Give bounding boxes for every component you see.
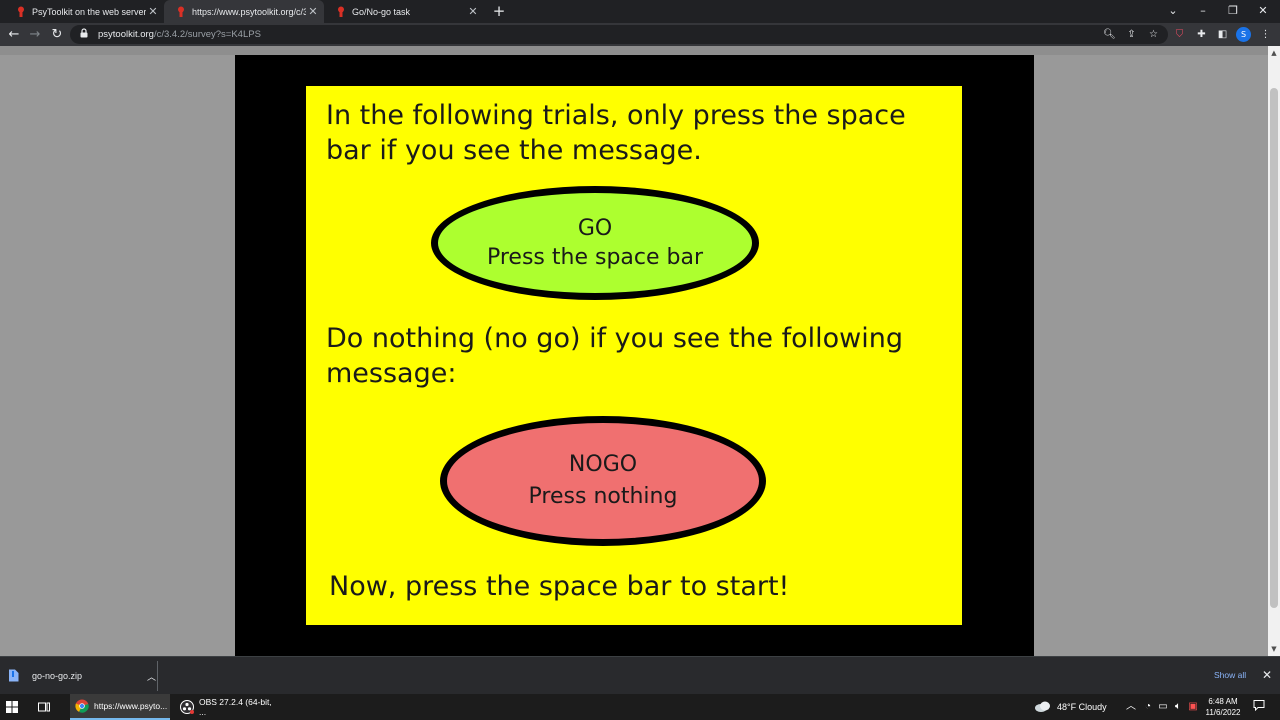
scroll-thumb[interactable] — [1270, 88, 1278, 608]
tab-go-nogo-task[interactable]: Go/No-go task ✕ — [324, 0, 484, 23]
obs-icon — [180, 699, 195, 715]
bookmark-star-icon[interactable]: ☆ — [1145, 26, 1162, 43]
restore-icon[interactable]: ❐ — [1218, 0, 1248, 23]
clock-date: 11/6/2022 — [1205, 708, 1241, 717]
close-icon[interactable]: ✕ — [466, 5, 480, 18]
zip-file-icon — [8, 669, 22, 684]
back-arrow-icon[interactable]: ← — [4, 25, 24, 45]
browser-toolbar: ← → ↻ psytoolkit.org/c/3.4.2/survey?s=K4… — [0, 23, 1280, 46]
close-icon[interactable]: ✕ — [1259, 667, 1275, 683]
page-top-strip — [0, 46, 1268, 55]
nogo-sublabel: Press nothing — [528, 484, 678, 509]
show-all-downloads-button[interactable]: Show all — [1207, 667, 1253, 683]
start-windows-icon[interactable] — [6, 694, 28, 720]
minimize-icon[interactable]: – — [1188, 0, 1218, 23]
psytoolkit-favicon-icon — [176, 6, 186, 17]
action-center-icon[interactable] — [1252, 699, 1266, 715]
scroll-down-arrow-icon[interactable]: ▼ — [1268, 642, 1280, 656]
tray-overflow-chevron-icon[interactable]: ︿ — [1124, 699, 1138, 715]
tab-strip: PsyToolkit on the web server ✕ https://w… — [0, 0, 1280, 23]
nogo-instruction-text: Do nothing (no go) if you see the follow… — [326, 323, 904, 389]
task-view-icon[interactable] — [38, 694, 60, 720]
weather-widget[interactable]: 48°F Cloudy — [1034, 694, 1107, 720]
clock-time: 6:48 AM — [1208, 697, 1238, 706]
tab-title: PsyToolkit on the web server — [32, 6, 146, 17]
taskbar-app-obs[interactable]: OBS 27.2.4 (64-bit, ... — [176, 694, 276, 720]
shelf-divider — [157, 661, 158, 691]
volume-icon[interactable]: 🔈︎ — [1171, 699, 1185, 715]
menu-dots-icon[interactable]: ⋮ — [1257, 26, 1274, 43]
download-shelf: go-no-go.zip ︿ Show all ✕ — [0, 656, 1280, 694]
tab-psytoolkit-survey[interactable]: https://www.psytoolkit.org/c/3.4. ✕ — [164, 0, 324, 23]
url-host: psytoolkit.org — [98, 29, 154, 40]
instruction-card: In the following trials, only press the … — [306, 86, 962, 625]
close-icon[interactable]: ✕ — [306, 5, 320, 18]
profile-avatar[interactable]: S — [1236, 27, 1251, 42]
page-viewport: In the following trials, only press the … — [0, 46, 1268, 656]
chevron-up-icon[interactable]: ︿ — [147, 670, 156, 683]
go-label: GO — [577, 216, 613, 241]
cloud-icon — [1034, 701, 1052, 714]
close-icon[interactable]: ✕ — [146, 5, 160, 18]
lock-icon — [80, 28, 92, 41]
nogo-stimulus-oval: NOGO Press nothing — [440, 416, 766, 546]
extensions-puzzle-icon[interactable]: ✚ — [1193, 26, 1210, 43]
url-path: /c/3.4.2/survey?s=K4LPS — [153, 29, 261, 40]
share-icon[interactable]: ⇪ — [1123, 26, 1140, 43]
battery-icon[interactable]: ▭ — [1156, 699, 1170, 715]
experiment-canvas[interactable]: In the following trials, only press the … — [235, 55, 1034, 656]
tab-psytoolkit-server[interactable]: PsyToolkit on the web server ✕ — [4, 0, 164, 23]
taskbar-app-label: https://www.psyto... — [94, 701, 168, 711]
scroll-up-arrow-icon[interactable]: ▲ — [1268, 46, 1280, 60]
download-item[interactable]: go-no-go.zip ︿ — [8, 664, 156, 688]
network-icon[interactable]: ◔ — [1141, 699, 1155, 715]
go-sublabel: Press the space bar — [486, 245, 703, 270]
side-panel-icon[interactable]: ◧ — [1214, 26, 1231, 43]
download-filename: go-no-go.zip — [32, 671, 83, 681]
extension-shield-icon[interactable]: ⛉ — [1171, 26, 1188, 43]
weather-text: 48°F Cloudy — [1057, 702, 1107, 712]
start-prompt-text: Now, press the space bar to start! — [329, 571, 790, 602]
tab-title: Go/No-go task — [352, 6, 411, 17]
window-close-icon[interactable]: ✕ — [1248, 0, 1278, 23]
forward-arrow-icon[interactable]: → — [25, 25, 45, 45]
reload-icon[interactable]: ↻ — [47, 25, 67, 45]
go-instruction-text: In the following trials, only press the … — [326, 100, 906, 166]
psytoolkit-favicon-icon — [336, 6, 346, 17]
taskbar-app-chrome[interactable]: https://www.psyto... — [70, 694, 170, 720]
go-stimulus-oval: GO Press the space bar — [431, 186, 759, 300]
windows-taskbar: https://www.psyto... OBS 27.2.4 (64-bit,… — [0, 694, 1280, 720]
nogo-label: NOGO — [568, 452, 638, 477]
page-scrollbar[interactable]: ▲ ▼ — [1268, 46, 1280, 656]
tab-search-chevron-icon[interactable]: ⌄ — [1158, 0, 1188, 23]
psytoolkit-favicon-icon — [16, 6, 26, 17]
new-tab-button[interactable]: + — [490, 2, 508, 20]
address-bar[interactable]: psytoolkit.org/c/3.4.2/survey?s=K4LPS — [70, 25, 1168, 44]
tab-title: https://www.psytoolkit.org/c/3.4. — [192, 6, 306, 17]
zoom-icon[interactable]: 🔍︎ — [1101, 26, 1118, 43]
chrome-icon — [74, 698, 90, 714]
system-clock[interactable]: 6:48 AM 11/6/2022 — [1198, 696, 1248, 718]
taskbar-app-label: OBS 27.2.4 (64-bit, ... — [198, 697, 272, 717]
